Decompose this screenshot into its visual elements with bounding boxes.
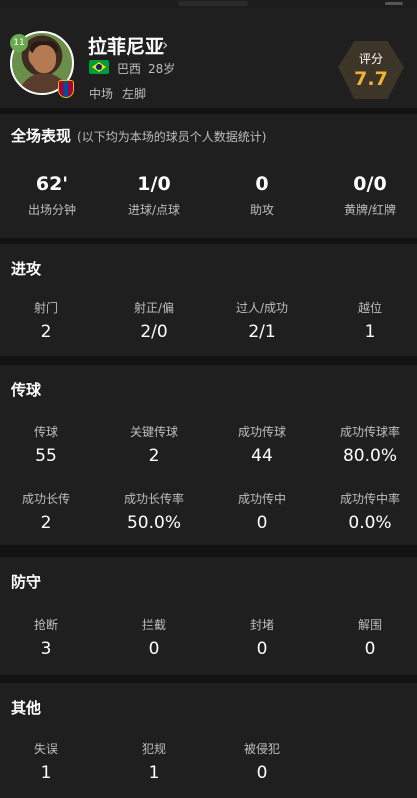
stat-value: 2 bbox=[40, 513, 52, 533]
summary-note: (以下均为本场的球员个人数据统计) bbox=[77, 130, 267, 144]
brazil-flag-icon bbox=[89, 60, 109, 74]
stat-value: 2/0 bbox=[140, 322, 168, 342]
stat-value: 62' bbox=[35, 173, 69, 195]
stat-blocks: 封堵 0 bbox=[210, 617, 314, 660]
flag-globe bbox=[96, 64, 102, 70]
player-stats-page: 11 拉菲尼亚 › 巴西 28岁 中场 左脚 评分 7.7 全场表现 (以下均为本… bbox=[0, 0, 417, 798]
stat-value: 2 bbox=[148, 446, 160, 466]
stat-offsides: 越位 1 bbox=[318, 300, 417, 343]
stat-value: 3 bbox=[40, 639, 52, 659]
player-position: 中场 bbox=[89, 87, 114, 101]
stat-value: 0 bbox=[364, 639, 376, 659]
player-header[interactable]: 11 拉菲尼亚 › 巴西 28岁 中场 左脚 评分 7.7 bbox=[0, 8, 417, 108]
status-indicator-icon bbox=[385, 2, 403, 5]
stat-fouls: 犯规 1 bbox=[102, 741, 206, 784]
stat-label: 成功传球 bbox=[237, 425, 286, 439]
stat-label: 成功传中 bbox=[237, 492, 286, 506]
stat-pass-accuracy: 成功传球率 80.0% bbox=[318, 424, 417, 467]
stat-passes: 传球 55 bbox=[0, 424, 98, 467]
stat-label: 拦截 bbox=[141, 618, 166, 632]
passing-title: 传球 bbox=[11, 381, 42, 399]
stat-label: 关键传球 bbox=[129, 425, 178, 439]
stat-value: 1 bbox=[364, 322, 376, 342]
stat-label: 射正/偏 bbox=[133, 301, 175, 315]
stat-label: 成功长传 bbox=[21, 492, 70, 506]
stat-value: 44 bbox=[251, 446, 273, 466]
stat-key-passes: 关键传球 2 bbox=[102, 424, 206, 467]
stat-long-ball-accuracy: 成功长传率 50.0% bbox=[102, 491, 206, 534]
defense-title: 防守 bbox=[11, 573, 42, 591]
stat-minutes: 62' 出场分钟 bbox=[0, 172, 104, 218]
stat-shots: 射门 2 bbox=[0, 300, 98, 343]
stat-value: 0 bbox=[148, 639, 160, 659]
stat-accurate-crosses: 成功传中 0 bbox=[210, 491, 314, 534]
stat-label: 助攻 bbox=[249, 203, 274, 217]
other-title: 其他 bbox=[11, 699, 42, 717]
stat-assists: 0 助攻 bbox=[210, 172, 314, 218]
stat-label: 过人/成功 bbox=[235, 301, 289, 315]
stat-errors: 失误 1 bbox=[0, 741, 98, 784]
stat-value: 1 bbox=[40, 763, 52, 783]
stat-interceptions: 拦截 0 bbox=[102, 617, 206, 660]
dynamic-island bbox=[178, 1, 248, 6]
stat-value: 1/0 bbox=[137, 173, 171, 195]
stat-value: 80.0% bbox=[342, 446, 397, 466]
stat-clearances: 解围 0 bbox=[318, 617, 417, 660]
attack-title: 进攻 bbox=[11, 260, 42, 278]
player-nation: 巴西 bbox=[117, 62, 142, 76]
stat-dribbles: 过人/成功 2/1 bbox=[210, 300, 314, 343]
other-section: 其他 失误 1 犯规 1 被侵犯 0 bbox=[0, 683, 417, 798]
stat-label: 抢断 bbox=[33, 618, 58, 632]
stat-label: 传球 bbox=[33, 425, 58, 439]
stat-value: 0 bbox=[256, 639, 268, 659]
stat-value: 0.0% bbox=[348, 513, 392, 533]
stat-accurate-passes: 成功传球 44 bbox=[210, 424, 314, 467]
stat-goals-penalties: 1/0 进球/点球 bbox=[102, 172, 206, 218]
stat-value: 0 bbox=[256, 763, 268, 783]
stat-value: 2 bbox=[40, 322, 52, 342]
stat-label: 黄牌/红牌 bbox=[343, 203, 397, 217]
stat-value: 1 bbox=[148, 763, 160, 783]
player-name[interactable]: 拉菲尼亚 bbox=[88, 32, 164, 59]
stat-label: 射门 bbox=[33, 301, 58, 315]
stat-label: 犯规 bbox=[141, 742, 166, 756]
stat-label: 封堵 bbox=[249, 618, 274, 632]
stat-accurate-long-balls: 成功长传 2 bbox=[0, 491, 98, 534]
stat-value: 0 bbox=[256, 513, 268, 533]
stat-value: 2/1 bbox=[248, 322, 276, 342]
section-title: 全场表现 (以下均为本场的球员个人数据统计) bbox=[11, 125, 266, 146]
stat-label: 出场分钟 bbox=[27, 203, 76, 217]
stat-label: 解围 bbox=[357, 618, 382, 632]
stat-label: 越位 bbox=[357, 301, 382, 315]
stat-shots-on-off: 射正/偏 2/0 bbox=[102, 300, 206, 343]
stat-tackles: 抢断 3 bbox=[0, 617, 98, 660]
defense-section: 防守 抢断 3 拦截 0 封堵 0 解围 0 bbox=[0, 557, 417, 675]
stat-label: 成功长传率 bbox=[123, 492, 184, 506]
stat-fouled: 被侵犯 0 bbox=[210, 741, 314, 784]
rating-value: 7.7 bbox=[354, 68, 388, 90]
avatar-face bbox=[32, 45, 56, 73]
stat-label: 失误 bbox=[33, 742, 58, 756]
stat-cards: 0/0 黄牌/红牌 bbox=[318, 172, 417, 218]
passing-section: 传球 传球 55 关键传球 2 成功传球 44 成功传球率 80.0% 成功长传… bbox=[0, 365, 417, 545]
player-foot: 左脚 bbox=[122, 87, 147, 101]
stat-label: 成功传中率 bbox=[339, 492, 400, 506]
summary-section: 全场表现 (以下均为本场的球员个人数据统计) 62' 出场分钟 1/0 进球/点球… bbox=[0, 114, 417, 238]
chevron-right-icon[interactable]: › bbox=[162, 35, 168, 54]
shirt-number-badge: 11 bbox=[10, 34, 28, 52]
summary-title: 全场表现 bbox=[11, 127, 72, 145]
status-strip bbox=[0, 0, 417, 8]
barcelona-crest-icon bbox=[58, 80, 74, 98]
stat-cross-accuracy: 成功传中率 0.0% bbox=[318, 491, 417, 534]
stat-value: 0/0 bbox=[353, 173, 387, 195]
player-age: 28岁 bbox=[148, 62, 176, 76]
attack-section: 进攻 射门 2 射正/偏 2/0 过人/成功 2/1 越位 1 bbox=[0, 244, 417, 356]
stat-label: 进球/点球 bbox=[127, 203, 181, 217]
stat-value: 50.0% bbox=[126, 513, 181, 533]
stat-value: 55 bbox=[35, 446, 57, 466]
rating-label: 评分 bbox=[358, 52, 383, 66]
stat-value: 0 bbox=[255, 173, 269, 195]
stat-label: 成功传球率 bbox=[339, 425, 400, 439]
stat-label: 被侵犯 bbox=[243, 742, 280, 756]
